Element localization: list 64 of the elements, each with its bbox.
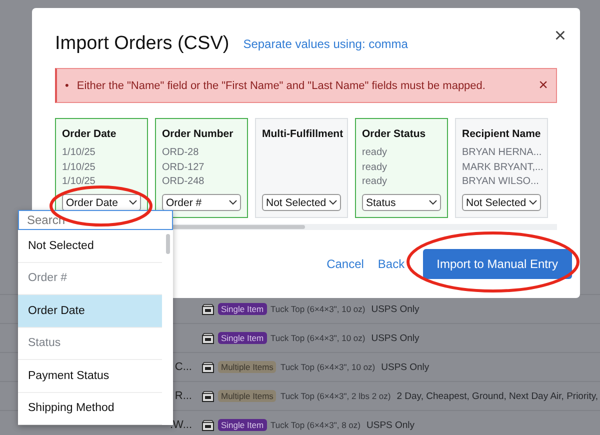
bullet: • <box>65 80 69 92</box>
dialog-title: Import Orders (CSV) <box>55 33 230 55</box>
column-header: Order Date <box>62 128 118 140</box>
package-text: Tuck Top (6×4×3", 10 oz) <box>270 333 366 343</box>
column-header: Recipient Name <box>462 128 541 140</box>
item-tag: Single Item <box>218 332 267 344</box>
item-tag: Single Item <box>218 303 267 315</box>
caret-icon <box>529 200 537 205</box>
dropdown-option[interactable]: Order Date <box>18 295 162 328</box>
recipient-name: .W... <box>169 419 192 431</box>
recipient-name: C... <box>174 361 192 373</box>
column-header: Order Status <box>362 128 427 140</box>
recipient-name: R... <box>174 390 192 402</box>
package-text: Tuck Top (6×4×3", 10 oz) <box>270 304 366 314</box>
field-select[interactable]: Not Selected <box>462 194 541 211</box>
cancel-button[interactable]: Cancel <box>326 257 364 271</box>
close-button[interactable]: × <box>554 26 566 46</box>
sample-value: ORD-248 <box>162 176 206 188</box>
caret-icon <box>129 200 137 205</box>
box-icon <box>202 362 214 372</box>
sample-value: BRYAN WILSO... <box>462 176 540 188</box>
box-icon <box>202 420 214 430</box>
sample-value: ORD-127 <box>162 162 206 174</box>
service-text: 2 Day, Cheapest, Ground, Next Day Air, Priority, <box>396 390 598 402</box>
sample-value: MARK BRYANT,... <box>462 162 541 174</box>
import-button[interactable]: Import to Manual Entry <box>422 249 572 279</box>
back-button[interactable]: Back <box>378 257 405 271</box>
item-tag: Single Item <box>218 419 267 431</box>
field-select[interactable]: Order # <box>162 194 241 211</box>
field-select[interactable]: Status <box>362 194 441 211</box>
service-text: USPS Only <box>381 362 430 372</box>
service-text: USPS Only <box>366 420 415 430</box>
item-tag: Multiple Items <box>218 390 276 402</box>
sample-value: BRYAN HERNA... <box>462 147 541 160</box>
sample-value: ready <box>362 162 388 174</box>
caret-icon <box>229 200 237 205</box>
scroll-thumb[interactable] <box>166 234 170 254</box>
package-text: Tuck Top (6×4×3", 2 lbs 2 oz) <box>280 391 391 401</box>
box-icon <box>202 332 214 344</box>
package-text: Tuck Top (6×4×3", 10 oz) <box>280 362 376 372</box>
column-header: Order Number <box>162 128 234 140</box>
sample-value: ready <box>362 147 388 160</box>
item-tag: Multiple Items <box>218 361 276 373</box>
caret-icon <box>329 200 337 205</box>
sample-value: 1/10/25 <box>62 176 96 188</box>
column-header: Multi-Fulfillment <box>262 128 341 140</box>
sample-value: ready <box>362 176 388 188</box>
field-select[interactable]: Order Date <box>62 194 141 211</box>
sample-value: 1/10/25 <box>62 147 96 160</box>
dismiss-button[interactable]: × <box>538 76 548 94</box>
service-text: USPS Only <box>371 332 420 344</box>
field-select[interactable]: Not Selected <box>262 194 341 211</box>
package-text: Tuck Top (6×4×3", 8 oz) <box>270 420 360 430</box>
separator-link[interactable]: Separate values using: comma <box>243 37 408 51</box>
dropdown-option[interactable]: Shipping Method <box>18 392 162 425</box>
box-icon <box>202 390 214 402</box>
box-icon <box>202 304 214 314</box>
dropdown-option[interactable]: Payment Status <box>18 360 162 392</box>
error-message: Either the "Name" field or the "First Name" and "Last Name" fields must be mapped. <box>76 80 486 92</box>
caret-icon <box>429 200 437 205</box>
sample-value: 1/10/25 <box>62 162 96 174</box>
sample-value: ORD-28 <box>162 147 200 160</box>
dropdown-option[interactable]: Not Selected <box>18 230 162 262</box>
service-text: USPS Only <box>371 304 420 314</box>
